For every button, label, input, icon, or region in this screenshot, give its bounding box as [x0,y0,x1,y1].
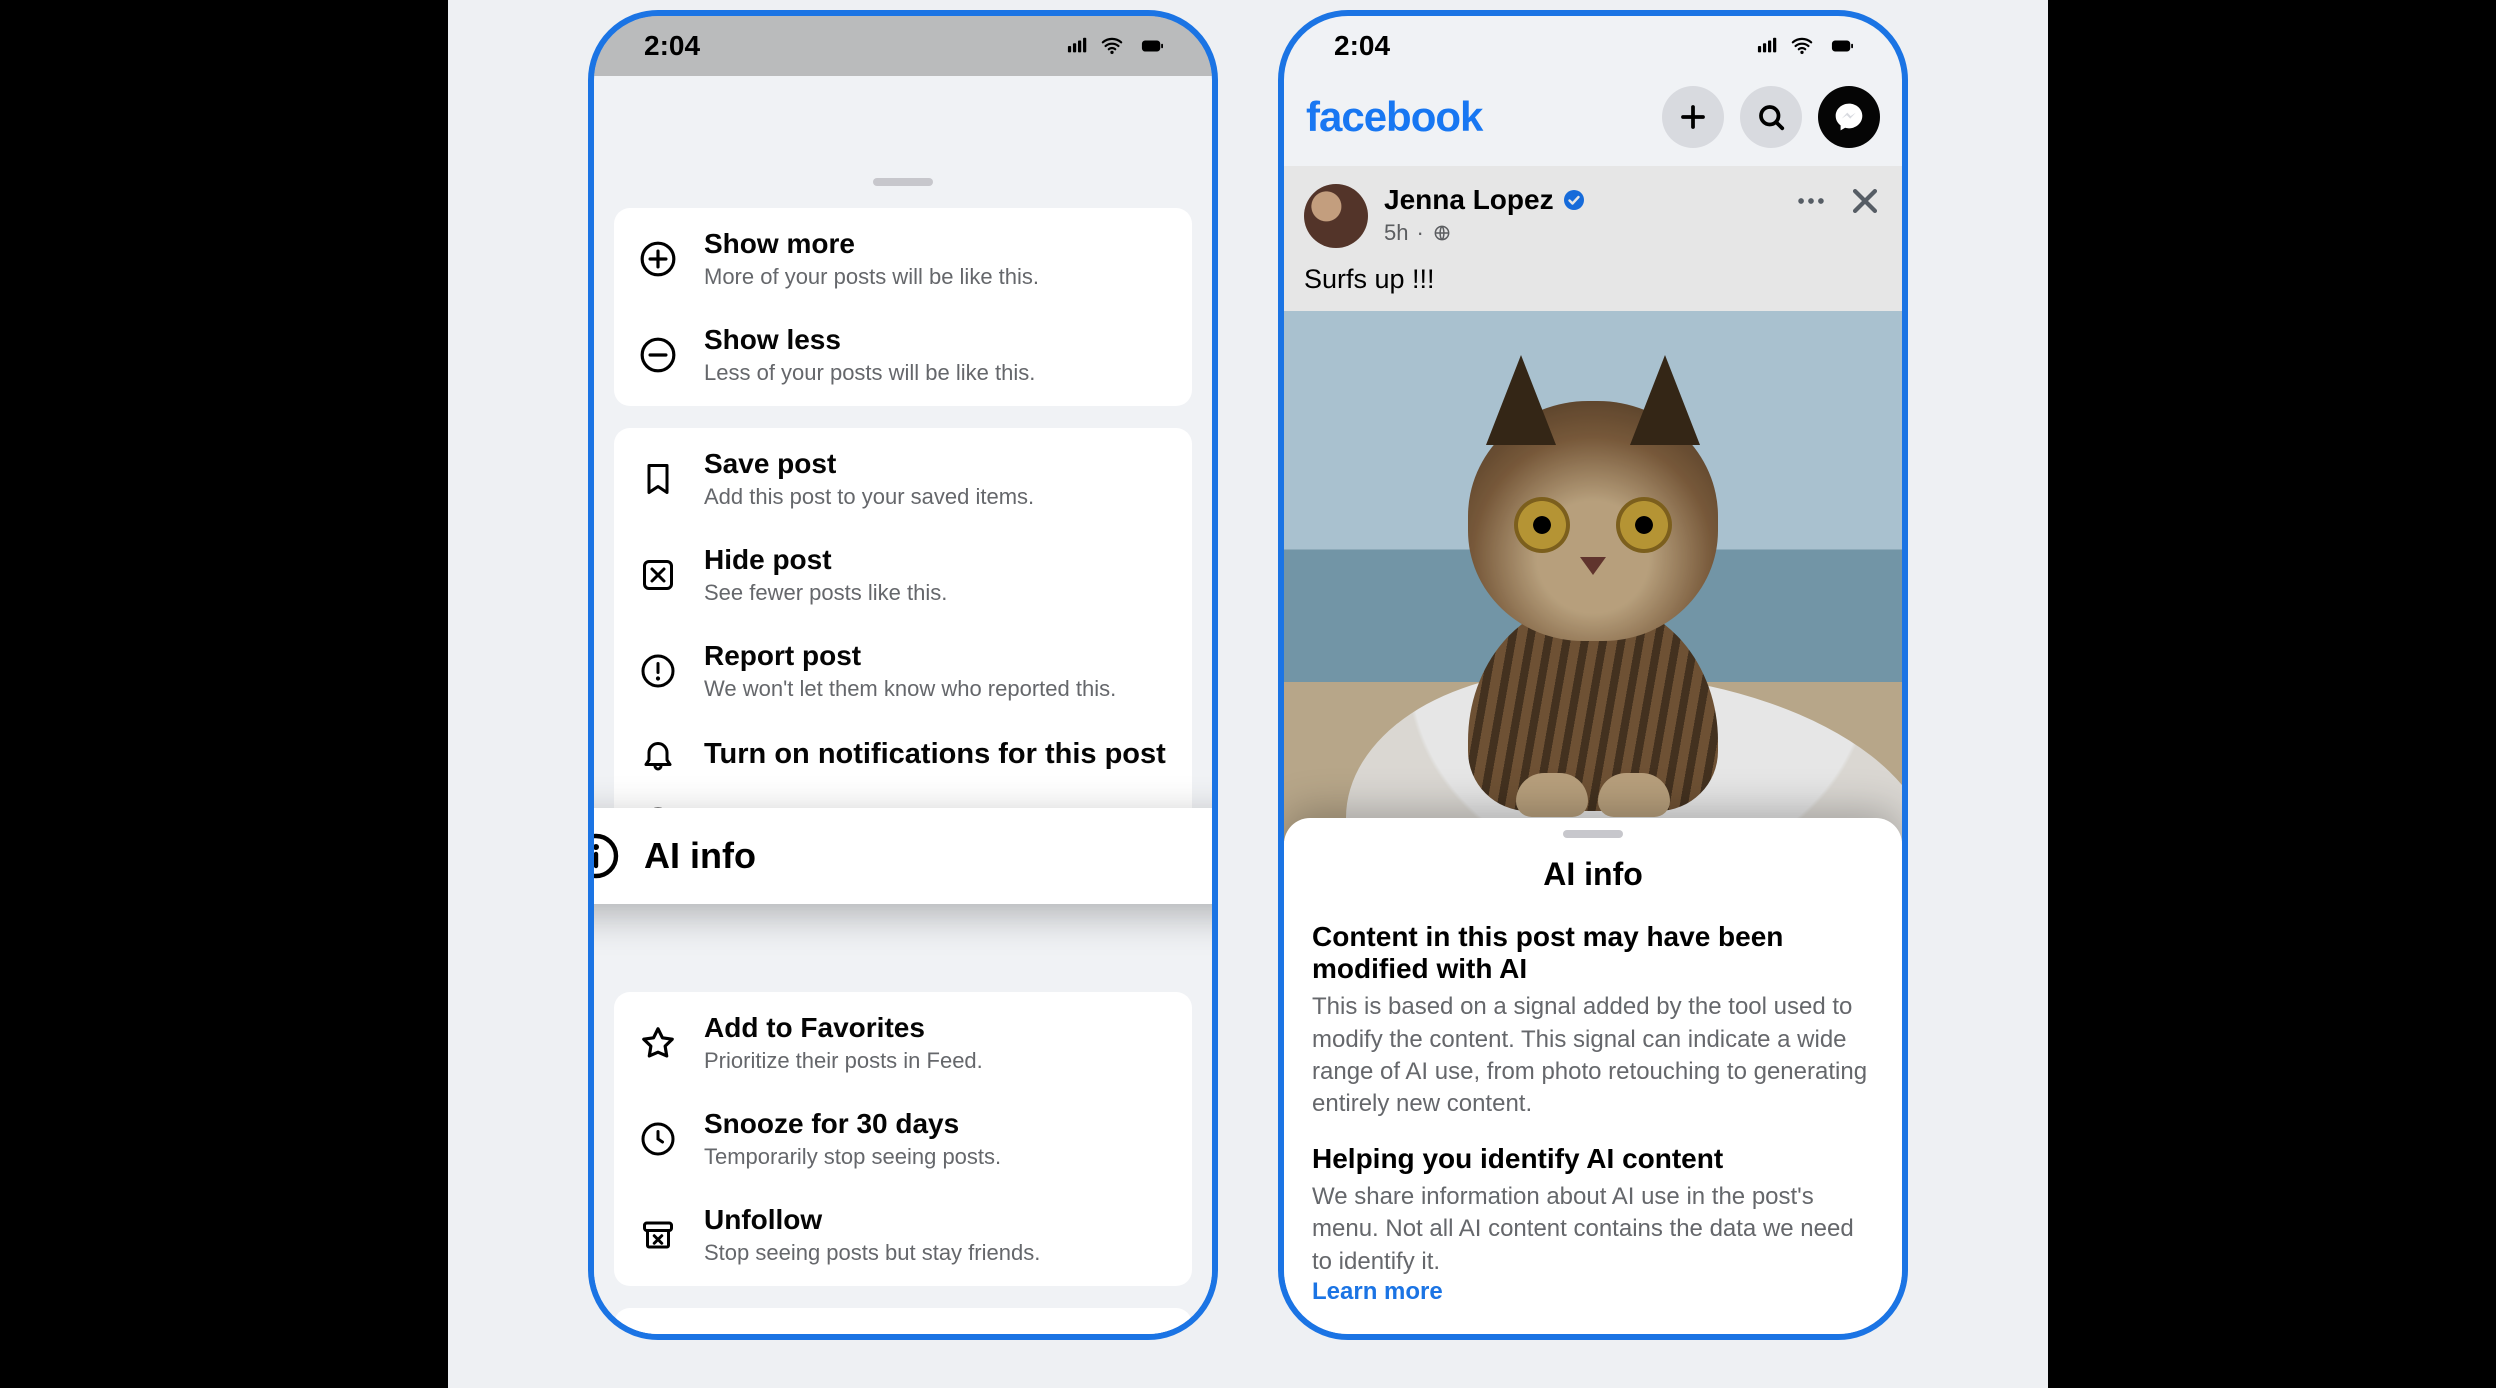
messenger-icon [1833,101,1865,133]
facebook-header: facebook [1284,76,1902,166]
post-time: 5h [1384,220,1408,246]
group-follow: Add to Favorites Prioritize their posts … [614,992,1192,1286]
alert-circle-icon [640,653,676,689]
status-time: 2:04 [1334,30,1390,62]
bell-icon [640,736,676,772]
wifi-icon [1788,35,1816,57]
facebook-logo: facebook [1306,93,1482,141]
clock-icon [640,1121,676,1157]
row-ai-info-callout[interactable]: AI info [588,808,1218,904]
plus-icon [1678,102,1708,132]
archive-x-icon [640,1217,676,1253]
avatar[interactable] [1304,184,1368,248]
globe-icon [1432,223,1452,243]
dots-icon[interactable] [1794,184,1828,218]
post-author[interactable]: Jenna Lopez [1384,184,1554,216]
phone-right: 2:04 facebook Jenna Lopez [1278,10,1908,1340]
row-manage-feed[interactable]: Manage your Feed [614,1308,1192,1340]
sliders-icon [639,1328,677,1340]
row-show-less[interactable]: Show less Less of your posts will be lik… [614,310,1192,406]
group-feedback: Show more More of your posts will be lik… [614,208,1192,406]
row-add-favorites[interactable]: Add to Favorites Prioritize their posts … [614,992,1192,1094]
stage: 2:04 Show more More of your posts will b… [448,0,2048,1388]
search-button[interactable] [1740,86,1802,148]
post-options-sheet: Show more More of your posts will be lik… [594,166,1212,1334]
star-icon [639,1024,677,1062]
plus-circle-icon [639,240,677,278]
post-image[interactable] [1284,311,1902,841]
create-button[interactable] [1662,86,1724,148]
info-circle-icon [588,832,620,880]
status-time: 2:04 [644,30,700,62]
sheet-grabber[interactable] [1563,830,1623,838]
signal-icon [1754,35,1782,57]
status-bar: 2:04 [1284,16,1902,76]
post: Jenna Lopez 5h · Surfs up !!! [1284,166,1902,841]
verified-icon [1562,188,1586,212]
phone-left: 2:04 Show more More of your posts will b… [588,10,1218,1340]
row-show-more[interactable]: Show more More of your posts will be lik… [614,208,1192,310]
messenger-button[interactable] [1818,86,1880,148]
status-bar: 2:04 [594,16,1212,76]
bookmark-icon [640,461,676,497]
battery-icon [1132,35,1172,57]
ai-sheet-title: AI info [1312,856,1874,893]
row-turn-on-notifications[interactable]: Turn on notifications for this post [614,722,1192,792]
ai-sheet-para-2: We share information about AI use in the… [1312,1181,1874,1278]
x-square-icon [640,557,676,593]
wifi-icon [1098,35,1126,57]
post-text: Surfs up !!! [1284,258,1902,311]
row-hide-post[interactable]: Hide post See fewer posts like this. [614,530,1192,626]
minus-circle-icon [639,336,677,374]
signal-icon [1064,35,1092,57]
ai-sheet-heading-1: Content in this post may have been modif… [1312,921,1874,985]
sheet-grabber[interactable] [873,178,933,186]
battery-icon [1822,35,1862,57]
ai-info-sheet: AI info Content in this post may have be… [1284,818,1902,1334]
row-save-post[interactable]: Save post Add this post to your saved it… [614,428,1192,530]
row-snooze[interactable]: Snooze for 30 days Temporarily stop seei… [614,1094,1192,1190]
ai-sheet-heading-2: Helping you identify AI content [1312,1143,1874,1175]
search-icon [1756,102,1786,132]
ai-sheet-para-1: This is based on a signal added by the t… [1312,991,1874,1121]
row-unfollow[interactable]: Unfollow Stop seeing posts but stay frie… [614,1190,1192,1286]
learn-more-link[interactable]: Learn more [1312,1278,1443,1305]
group-post-actions: Save post Add this post to your saved it… [614,428,1192,862]
row-report-post[interactable]: Report post We won't let them know who r… [614,626,1192,722]
close-icon[interactable] [1848,184,1882,218]
group-manage: Manage your Feed [614,1308,1192,1340]
